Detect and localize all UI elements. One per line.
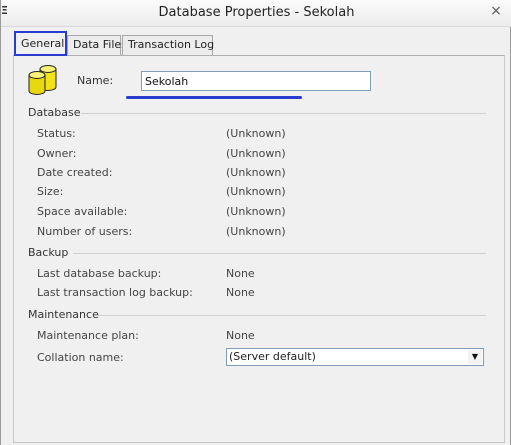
section-maintenance-rule xyxy=(97,315,486,316)
number-of-users-label: Number of users: xyxy=(37,225,133,238)
name-label: Name: xyxy=(77,74,114,87)
annotation-underline xyxy=(126,96,302,99)
date-created-label: Date created: xyxy=(37,166,113,179)
collation-select[interactable]: (Server default) ▼ xyxy=(226,348,484,366)
close-icon[interactable]: × xyxy=(488,3,504,19)
last-transaction-log-backup-label: Last transaction log backup: xyxy=(37,286,193,299)
space-available-value: (Unknown) xyxy=(226,205,286,218)
collation-name-label: Collation name: xyxy=(37,351,124,364)
status-value: (Unknown) xyxy=(226,127,286,140)
section-database-rule xyxy=(81,113,486,114)
status-label: Status: xyxy=(37,127,76,140)
last-database-backup-value: None xyxy=(226,267,255,280)
database-properties-window: Ξ Database Properties - Sekolah × Genera… xyxy=(0,0,511,445)
section-database-title: Database xyxy=(28,106,81,119)
tab-transaction-log[interactable]: Transaction Log xyxy=(122,35,214,55)
section-backup-title: Backup xyxy=(28,246,69,259)
maintenance-plan-value: None xyxy=(226,329,255,342)
title-bar[interactable]: Ξ Database Properties - Sekolah × xyxy=(1,0,511,27)
database-cylinders-icon xyxy=(28,65,57,95)
chevron-down-icon[interactable]: ▼ xyxy=(468,350,482,364)
date-created-value: (Unknown) xyxy=(226,166,286,179)
tab-bar: General Data Files Transaction Log xyxy=(13,31,505,56)
owner-value: (Unknown) xyxy=(226,147,286,160)
maintenance-plan-label: Maintenance plan: xyxy=(37,329,139,342)
section-maintenance-title: Maintenance xyxy=(28,308,99,321)
tab-data-files[interactable]: Data Files xyxy=(67,35,127,55)
last-database-backup-label: Last database backup: xyxy=(37,267,162,280)
tab-general[interactable]: General xyxy=(14,31,67,56)
last-transaction-log-backup-value: None xyxy=(226,286,255,299)
space-available-label: Space available: xyxy=(37,205,128,218)
section-backup-rule xyxy=(73,253,486,254)
name-input[interactable] xyxy=(141,71,371,91)
size-value: (Unknown) xyxy=(226,185,286,198)
number-of-users-value: (Unknown) xyxy=(226,225,286,238)
window-title: Database Properties - Sekolah xyxy=(158,5,355,20)
collation-select-value: (Server default) xyxy=(229,350,316,363)
owner-label: Owner: xyxy=(37,147,77,160)
size-label: Size: xyxy=(37,185,64,198)
